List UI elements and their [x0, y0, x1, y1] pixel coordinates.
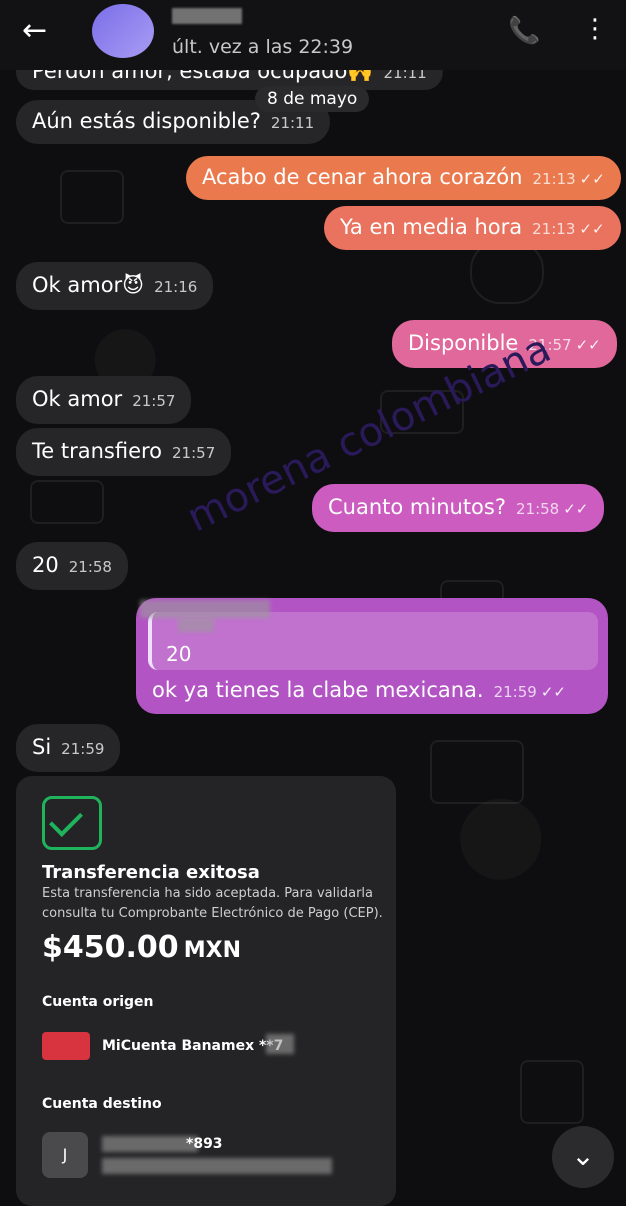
origin-label: Cuenta origen	[42, 994, 154, 1010]
message-incoming[interactable]: Si 21:59	[16, 724, 121, 772]
message-time: 21:13	[532, 170, 576, 188]
message-outgoing[interactable]: Acabo de cenar ahora corazón 21:13 ✓✓	[186, 156, 621, 200]
message-text: Ok amor	[32, 387, 123, 411]
message-outgoing[interactable]: Ya en media hora 21:13 ✓✓	[324, 206, 621, 250]
read-receipt-icon: ✓✓	[579, 170, 605, 188]
destination-account: *893	[186, 1136, 223, 1152]
chat-header: ← últ. vez a las 22:39 📞 ⋮	[0, 0, 626, 70]
read-receipt-icon: ✓✓	[579, 220, 605, 238]
message-time: 21:58	[68, 558, 112, 576]
message-time: 21:13	[532, 220, 576, 238]
transfer-receipt-image[interactable]: Transferencia exitosa Esta transferencia…	[16, 776, 396, 1206]
message-incoming[interactable]: Te transfiero 21:57	[16, 428, 232, 476]
bank-card-icon	[42, 1032, 90, 1060]
message-incoming[interactable]: 20 21:58	[16, 542, 128, 590]
overflow-menu-icon[interactable]: ⋮	[582, 14, 608, 44]
destination-avatar: J	[42, 1132, 88, 1178]
message-time: 21:59	[493, 683, 537, 701]
contact-name-redacted[interactable]	[172, 8, 242, 24]
read-receipt-icon: ✓✓	[563, 500, 589, 518]
quoted-text: 20	[166, 642, 192, 666]
reply-sender-redacted	[140, 600, 270, 618]
message-text: Te transfiero	[32, 439, 163, 463]
amount-currency: MXN	[183, 938, 242, 963]
message-time: 21:16	[154, 278, 198, 296]
scroll-to-bottom-button[interactable]: ⌄	[552, 1126, 614, 1188]
receipt-description-line1: Esta transferencia ha sido aceptada. Par…	[42, 886, 373, 901]
reply-message-body: ok ya tienes la clabe mexicana. 21:59 ✓✓	[152, 678, 566, 702]
message-time: 21:58	[516, 500, 560, 518]
message-text: Si	[32, 735, 52, 759]
last-seen-status: últ. vez a las 22:39	[172, 36, 354, 58]
message-text: Ok amor😈	[32, 273, 145, 297]
message-time: 21:57	[172, 444, 216, 462]
amount-value: $450.00	[42, 930, 179, 965]
receipt-amount: $450.00 MXN	[42, 930, 241, 965]
message-text: ok ya tienes la clabe mexicana.	[152, 678, 484, 702]
receipt-description-line2: consulta tu Comprobante Electrónico de P…	[42, 906, 383, 921]
back-arrow-icon[interactable]: ←	[22, 16, 62, 46]
destination-label: Cuenta destino	[42, 1096, 162, 1112]
date-separator: 8 de mayo	[255, 86, 370, 112]
message-text: Ya en media hora	[340, 215, 523, 239]
message-incoming[interactable]: Ok amor😈 21:16	[16, 262, 214, 310]
receipt-title: Transferencia exitosa	[42, 862, 260, 883]
check-success-icon	[42, 796, 102, 850]
read-receipt-icon: ✓✓	[575, 336, 601, 354]
destination-account-redacted	[102, 1158, 332, 1174]
message-text: Acabo de cenar ahora corazón	[202, 165, 523, 189]
message-time: 21:11	[270, 114, 315, 132]
message-incoming[interactable]: Ok amor 21:57	[16, 376, 192, 424]
message-text: Cuanto minutos?	[328, 495, 506, 519]
message-time: 21:59	[61, 740, 105, 758]
message-time: 21:57	[132, 392, 176, 410]
message-text: Aún estás disponible?	[32, 109, 261, 133]
quoted-message[interactable]: 20	[148, 612, 598, 670]
origin-account-redacted	[266, 1034, 294, 1054]
message-outgoing[interactable]: Cuanto minutos? 21:58 ✓✓	[312, 484, 605, 532]
destination-name-redacted	[102, 1136, 198, 1152]
quoted-author-redacted	[178, 618, 214, 632]
phone-call-icon[interactable]: 📞	[508, 16, 540, 46]
origin-account: MiCuenta Banamex **7	[102, 1038, 284, 1054]
read-receipt-icon: ✓✓	[540, 683, 566, 701]
message-text: 20	[32, 553, 59, 577]
contact-avatar[interactable]	[92, 4, 154, 58]
